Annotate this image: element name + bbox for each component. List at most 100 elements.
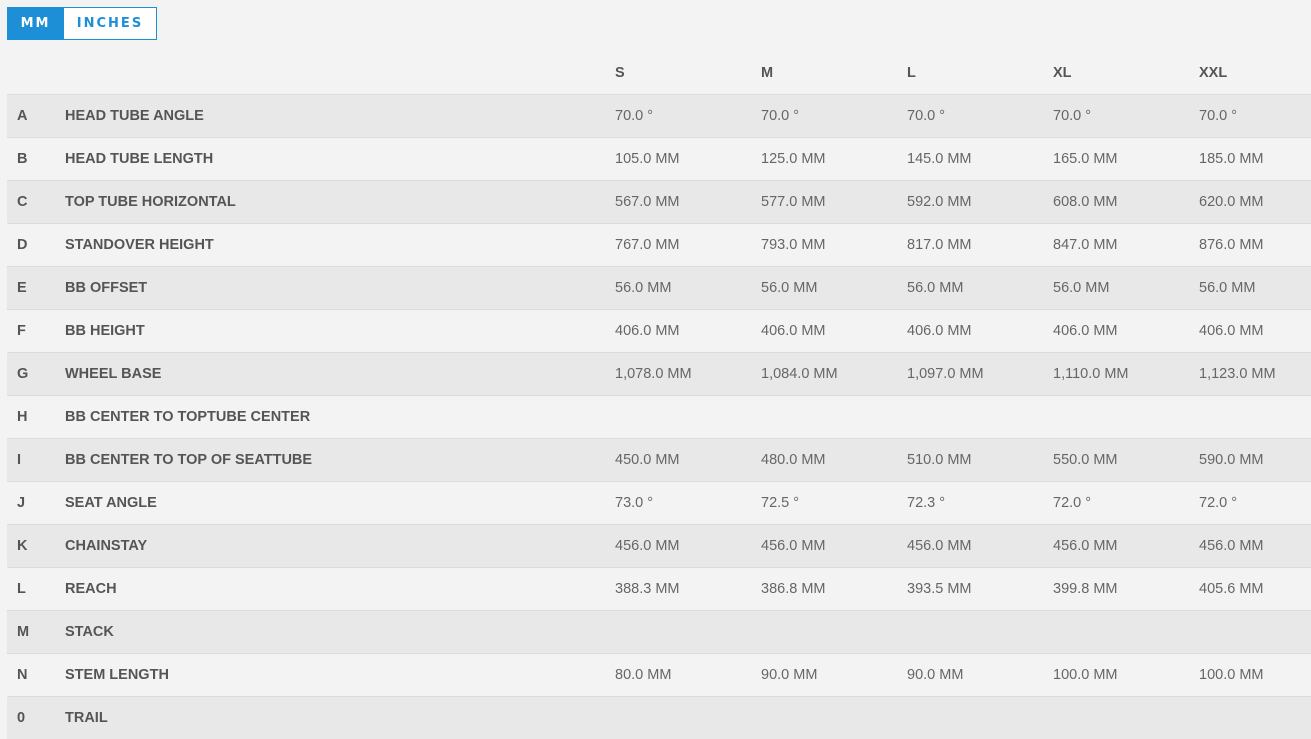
value-cell-l: 817.0 MM [907, 224, 1053, 267]
value-cell-l: 70.0 ° [907, 95, 1053, 138]
row-letter: I [7, 439, 65, 482]
value-cell-xxl: 100.0 MM [1199, 654, 1311, 697]
value-cell-xl: 100.0 MM [1053, 654, 1199, 697]
value-cell-xxl: 406.0 MM [1199, 310, 1311, 353]
value-cell-m: 1,084.0 MM [761, 353, 907, 396]
row-letter: 0 [7, 697, 65, 739]
row-label: SEAT ANGLE [65, 482, 615, 525]
row-label: BB OFFSET [65, 267, 615, 310]
value-cell-l: 72.3 ° [907, 482, 1053, 525]
size-header-s: S [615, 51, 761, 95]
row-label: CHAINSTAY [65, 525, 615, 568]
value-cell-xl: 406.0 MM [1053, 310, 1199, 353]
value-cell-l: 56.0 MM [907, 267, 1053, 310]
value-cell-xl: 550.0 MM [1053, 439, 1199, 482]
table-row: JSEAT ANGLE73.0 °72.5 °72.3 °72.0 °72.0 … [7, 482, 1311, 525]
table-row: KCHAINSTAY456.0 MM456.0 MM456.0 MM456.0 … [7, 525, 1311, 568]
value-cell-s: 56.0 MM [615, 267, 761, 310]
value-cell-m [761, 396, 907, 439]
unit-toggle: MM INCHES [7, 7, 157, 40]
row-label: TOP TUBE HORIZONTAL [65, 181, 615, 224]
value-cell-xl: 72.0 ° [1053, 482, 1199, 525]
value-cell-l [907, 697, 1053, 739]
table-row: GWHEEL BASE1,078.0 MM1,084.0 MM1,097.0 M… [7, 353, 1311, 396]
size-header-m: M [761, 51, 907, 95]
value-cell-m: 386.8 MM [761, 568, 907, 611]
row-letter: A [7, 95, 65, 138]
value-cell-xl: 608.0 MM [1053, 181, 1199, 224]
table-row: HBB CENTER TO TOPTUBE CENTER [7, 396, 1311, 439]
value-cell-s: 450.0 MM [615, 439, 761, 482]
row-label: WHEEL BASE [65, 353, 615, 396]
value-cell-m: 90.0 MM [761, 654, 907, 697]
value-cell-xxl: 405.6 MM [1199, 568, 1311, 611]
value-cell-xl: 456.0 MM [1053, 525, 1199, 568]
size-header-l: L [907, 51, 1053, 95]
value-cell-xl: 165.0 MM [1053, 138, 1199, 181]
value-cell-l: 510.0 MM [907, 439, 1053, 482]
value-cell-s: 105.0 MM [615, 138, 761, 181]
row-letter: H [7, 396, 65, 439]
row-label: HEAD TUBE ANGLE [65, 95, 615, 138]
value-cell-xxl [1199, 697, 1311, 739]
row-label: BB HEIGHT [65, 310, 615, 353]
value-cell-l: 592.0 MM [907, 181, 1053, 224]
row-letter: K [7, 525, 65, 568]
row-label: BB CENTER TO TOP OF SEATTUBE [65, 439, 615, 482]
value-cell-s: 80.0 MM [615, 654, 761, 697]
row-letter: B [7, 138, 65, 181]
value-cell-l: 1,097.0 MM [907, 353, 1053, 396]
value-cell-s [615, 611, 761, 654]
value-cell-xxl: 70.0 ° [1199, 95, 1311, 138]
row-label: TRAIL [65, 697, 615, 739]
value-cell-s: 567.0 MM [615, 181, 761, 224]
value-cell-s: 73.0 ° [615, 482, 761, 525]
value-cell-m: 406.0 MM [761, 310, 907, 353]
row-letter: N [7, 654, 65, 697]
size-header-row: S M L XL XXL [7, 51, 1311, 95]
value-cell-m: 793.0 MM [761, 224, 907, 267]
value-cell-xxl: 185.0 MM [1199, 138, 1311, 181]
value-cell-l: 406.0 MM [907, 310, 1053, 353]
value-cell-xxl: 56.0 MM [1199, 267, 1311, 310]
mm-button[interactable]: MM [7, 7, 64, 40]
row-letter: M [7, 611, 65, 654]
value-cell-xl [1053, 396, 1199, 439]
value-cell-xl [1053, 697, 1199, 739]
value-cell-xl: 70.0 ° [1053, 95, 1199, 138]
table-row: CTOP TUBE HORIZONTAL567.0 MM577.0 MM592.… [7, 181, 1311, 224]
value-cell-l: 145.0 MM [907, 138, 1053, 181]
header-letter-spacer [7, 51, 65, 95]
row-label: BB CENTER TO TOPTUBE CENTER [65, 396, 615, 439]
value-cell-m: 125.0 MM [761, 138, 907, 181]
row-letter: C [7, 181, 65, 224]
row-letter: L [7, 568, 65, 611]
inches-button[interactable]: INCHES [64, 7, 157, 40]
value-cell-xl [1053, 611, 1199, 654]
table-row: EBB OFFSET56.0 MM56.0 MM56.0 MM56.0 MM56… [7, 267, 1311, 310]
value-cell-m: 72.5 ° [761, 482, 907, 525]
value-cell-m: 56.0 MM [761, 267, 907, 310]
value-cell-xl: 399.8 MM [1053, 568, 1199, 611]
value-cell-xxl: 620.0 MM [1199, 181, 1311, 224]
row-letter: D [7, 224, 65, 267]
table-row: 0TRAIL [7, 697, 1311, 739]
geometry-rows: AHEAD TUBE ANGLE70.0 °70.0 °70.0 °70.0 °… [7, 95, 1311, 739]
value-cell-l [907, 611, 1053, 654]
value-cell-xxl: 456.0 MM [1199, 525, 1311, 568]
value-cell-xxl [1199, 611, 1311, 654]
table-row: DSTANDOVER HEIGHT767.0 MM793.0 MM817.0 M… [7, 224, 1311, 267]
row-letter: J [7, 482, 65, 525]
table-row: MSTACK [7, 611, 1311, 654]
value-cell-s: 456.0 MM [615, 525, 761, 568]
row-letter: E [7, 267, 65, 310]
value-cell-xxl: 72.0 ° [1199, 482, 1311, 525]
value-cell-xxl: 876.0 MM [1199, 224, 1311, 267]
value-cell-xxl: 590.0 MM [1199, 439, 1311, 482]
value-cell-m [761, 697, 907, 739]
geometry-table: S M L XL XXL AHEAD TUBE ANGLE70.0 °70.0 … [7, 51, 1311, 739]
table-row: FBB HEIGHT406.0 MM406.0 MM406.0 MM406.0 … [7, 310, 1311, 353]
size-header-xxl: XXL [1199, 51, 1311, 95]
row-letter: F [7, 310, 65, 353]
value-cell-s: 406.0 MM [615, 310, 761, 353]
